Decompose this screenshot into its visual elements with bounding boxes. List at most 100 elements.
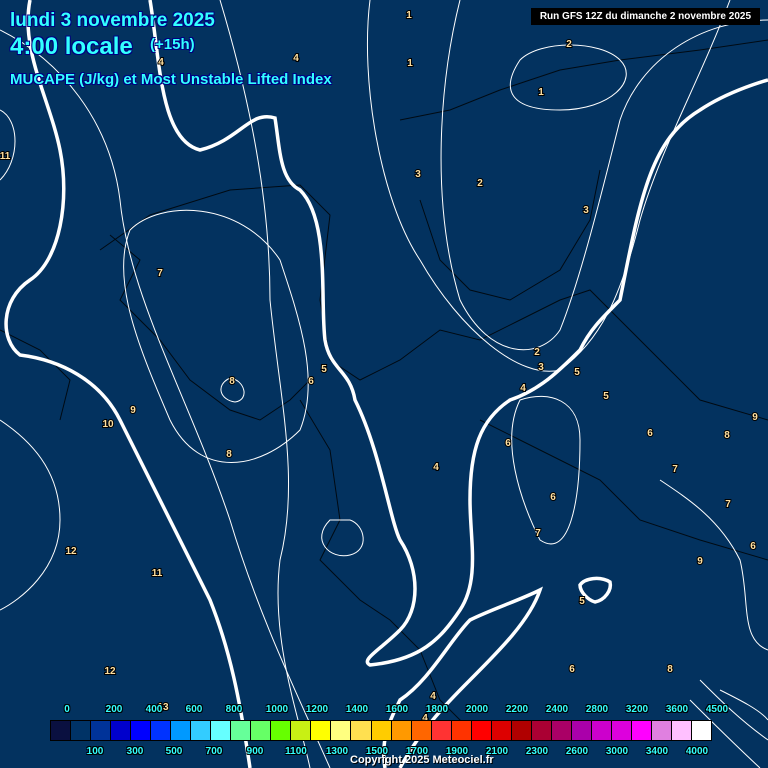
run-info: Run GFS 12Z du dimanche 2 novembre 2025 [530,8,760,25]
contour-label: 11 [152,568,163,579]
legend-label: 800 [225,704,243,715]
contour-label: 7 [672,464,678,475]
contour-label: 4 [293,53,299,64]
contour-label: 6 [750,541,756,552]
contour-label: 7 [535,528,541,539]
legend-swatch [131,721,152,740]
contour-label: 2 [534,347,540,358]
legend-label: 1800 [425,704,449,715]
contour-label: 3 [415,169,421,180]
legend-swatch [651,721,672,740]
legend-label: 4000 [685,746,709,757]
contour-label: 9 [697,556,703,567]
contour-label: 7 [157,268,163,279]
legend-swatch [371,721,392,740]
contour-label: 8 [229,376,235,387]
legend-label: 500 [165,746,183,757]
contour-label: 5 [579,596,585,607]
legend-label: 2400 [545,704,569,715]
coastlines-borders [0,39,768,731]
legend-label: 600 [185,704,203,715]
legend-swatch [51,721,72,740]
legend-swatch [692,721,712,740]
legend-swatch [151,721,172,740]
legend-label: 2000 [465,704,489,715]
forecast-time: 4:00 locale [10,33,133,60]
legend-label: 1100 [285,746,307,757]
contour-label: 12 [65,546,77,557]
contour-label: 8 [724,430,730,441]
legend-swatch [111,721,132,740]
legend-swatch [311,721,332,740]
legend-label: 1400 [345,704,369,715]
contour-label: 9 [130,405,136,416]
contour-label: 1 [538,87,544,98]
legend-swatch [671,721,692,740]
legend-swatch [591,721,612,740]
legend-swatch [431,721,452,740]
legend-label: 900 [246,746,264,757]
legend-swatch [531,721,552,740]
legend-label: 2100 [485,746,509,757]
forecast-lead-time: (+15h) [150,36,195,53]
contour-label: 9 [752,412,758,423]
legend-label: 1900 [445,746,469,757]
forecast-date: lundi 3 novembre 2025 [10,10,215,31]
contour-label: 11 [0,151,11,162]
contour-label: 1 [407,58,413,69]
contour-label: 3 [538,362,544,373]
legend-label: 2800 [585,704,609,715]
legend-label: 100 [86,746,104,757]
legend-swatch [551,721,572,740]
legend-swatch [631,721,652,740]
legend-swatch [211,721,232,740]
legend-label: 3000 [605,746,629,757]
contour-label: 6 [647,428,653,439]
parameter-title: MUCAPE (J/kg) et Most Unstable Lifted In… [10,71,332,88]
legend-label: 1200 [305,704,329,715]
legend-swatch [191,721,212,740]
contour-label: 10 [102,419,114,430]
contour-label: 5 [321,364,327,375]
legend-label: 2200 [505,704,529,715]
thin-contours [0,0,768,768]
legend-swatch [571,721,592,740]
legend-label: 1000 [265,704,289,715]
legend-label: 3600 [665,704,689,715]
contour-label: 6 [550,492,556,503]
thick-contours [4,0,768,768]
legend-swatch [171,721,192,740]
contour-label: 7 [725,499,731,510]
legend-swatch [491,721,512,740]
legend-swatch [391,721,412,740]
legend-swatch [231,721,252,740]
contour-label: 6 [308,376,314,387]
contour-label: 12 [104,666,116,677]
legend-label: 3400 [645,746,669,757]
contour-labels: 12144 11132378 65234559108646 8797671211121… [0,9,759,725]
legend-swatch [291,721,312,740]
legend-label: 1300 [325,746,349,757]
legend-swatch [91,721,112,740]
legend-label: 300 [126,746,144,757]
contour-label: 4 [430,691,436,702]
legend-label: 2300 [525,746,549,757]
contour-label: 2 [566,39,572,50]
legend-swatch [611,721,632,740]
legend-label: 200 [105,704,123,715]
legend-label: 700 [205,746,223,757]
contour-label: 8 [667,664,673,675]
contour-label: 5 [574,367,580,378]
contour-label: 6 [505,438,511,449]
legend-label: 1700 [405,746,429,757]
legend-swatch [451,721,472,740]
legend-swatch [411,721,432,740]
contour-label: 2 [477,178,483,189]
legend-swatch [271,721,292,740]
legend-swatch [331,721,352,740]
contour-label: 4 [520,383,526,394]
legend-label: 3200 [625,704,649,715]
contour-label: 8 [226,449,232,460]
legend-label: 1500 [365,746,389,757]
map-canvas: 12144 11132378 65234559108646 8797671211121… [0,0,768,768]
